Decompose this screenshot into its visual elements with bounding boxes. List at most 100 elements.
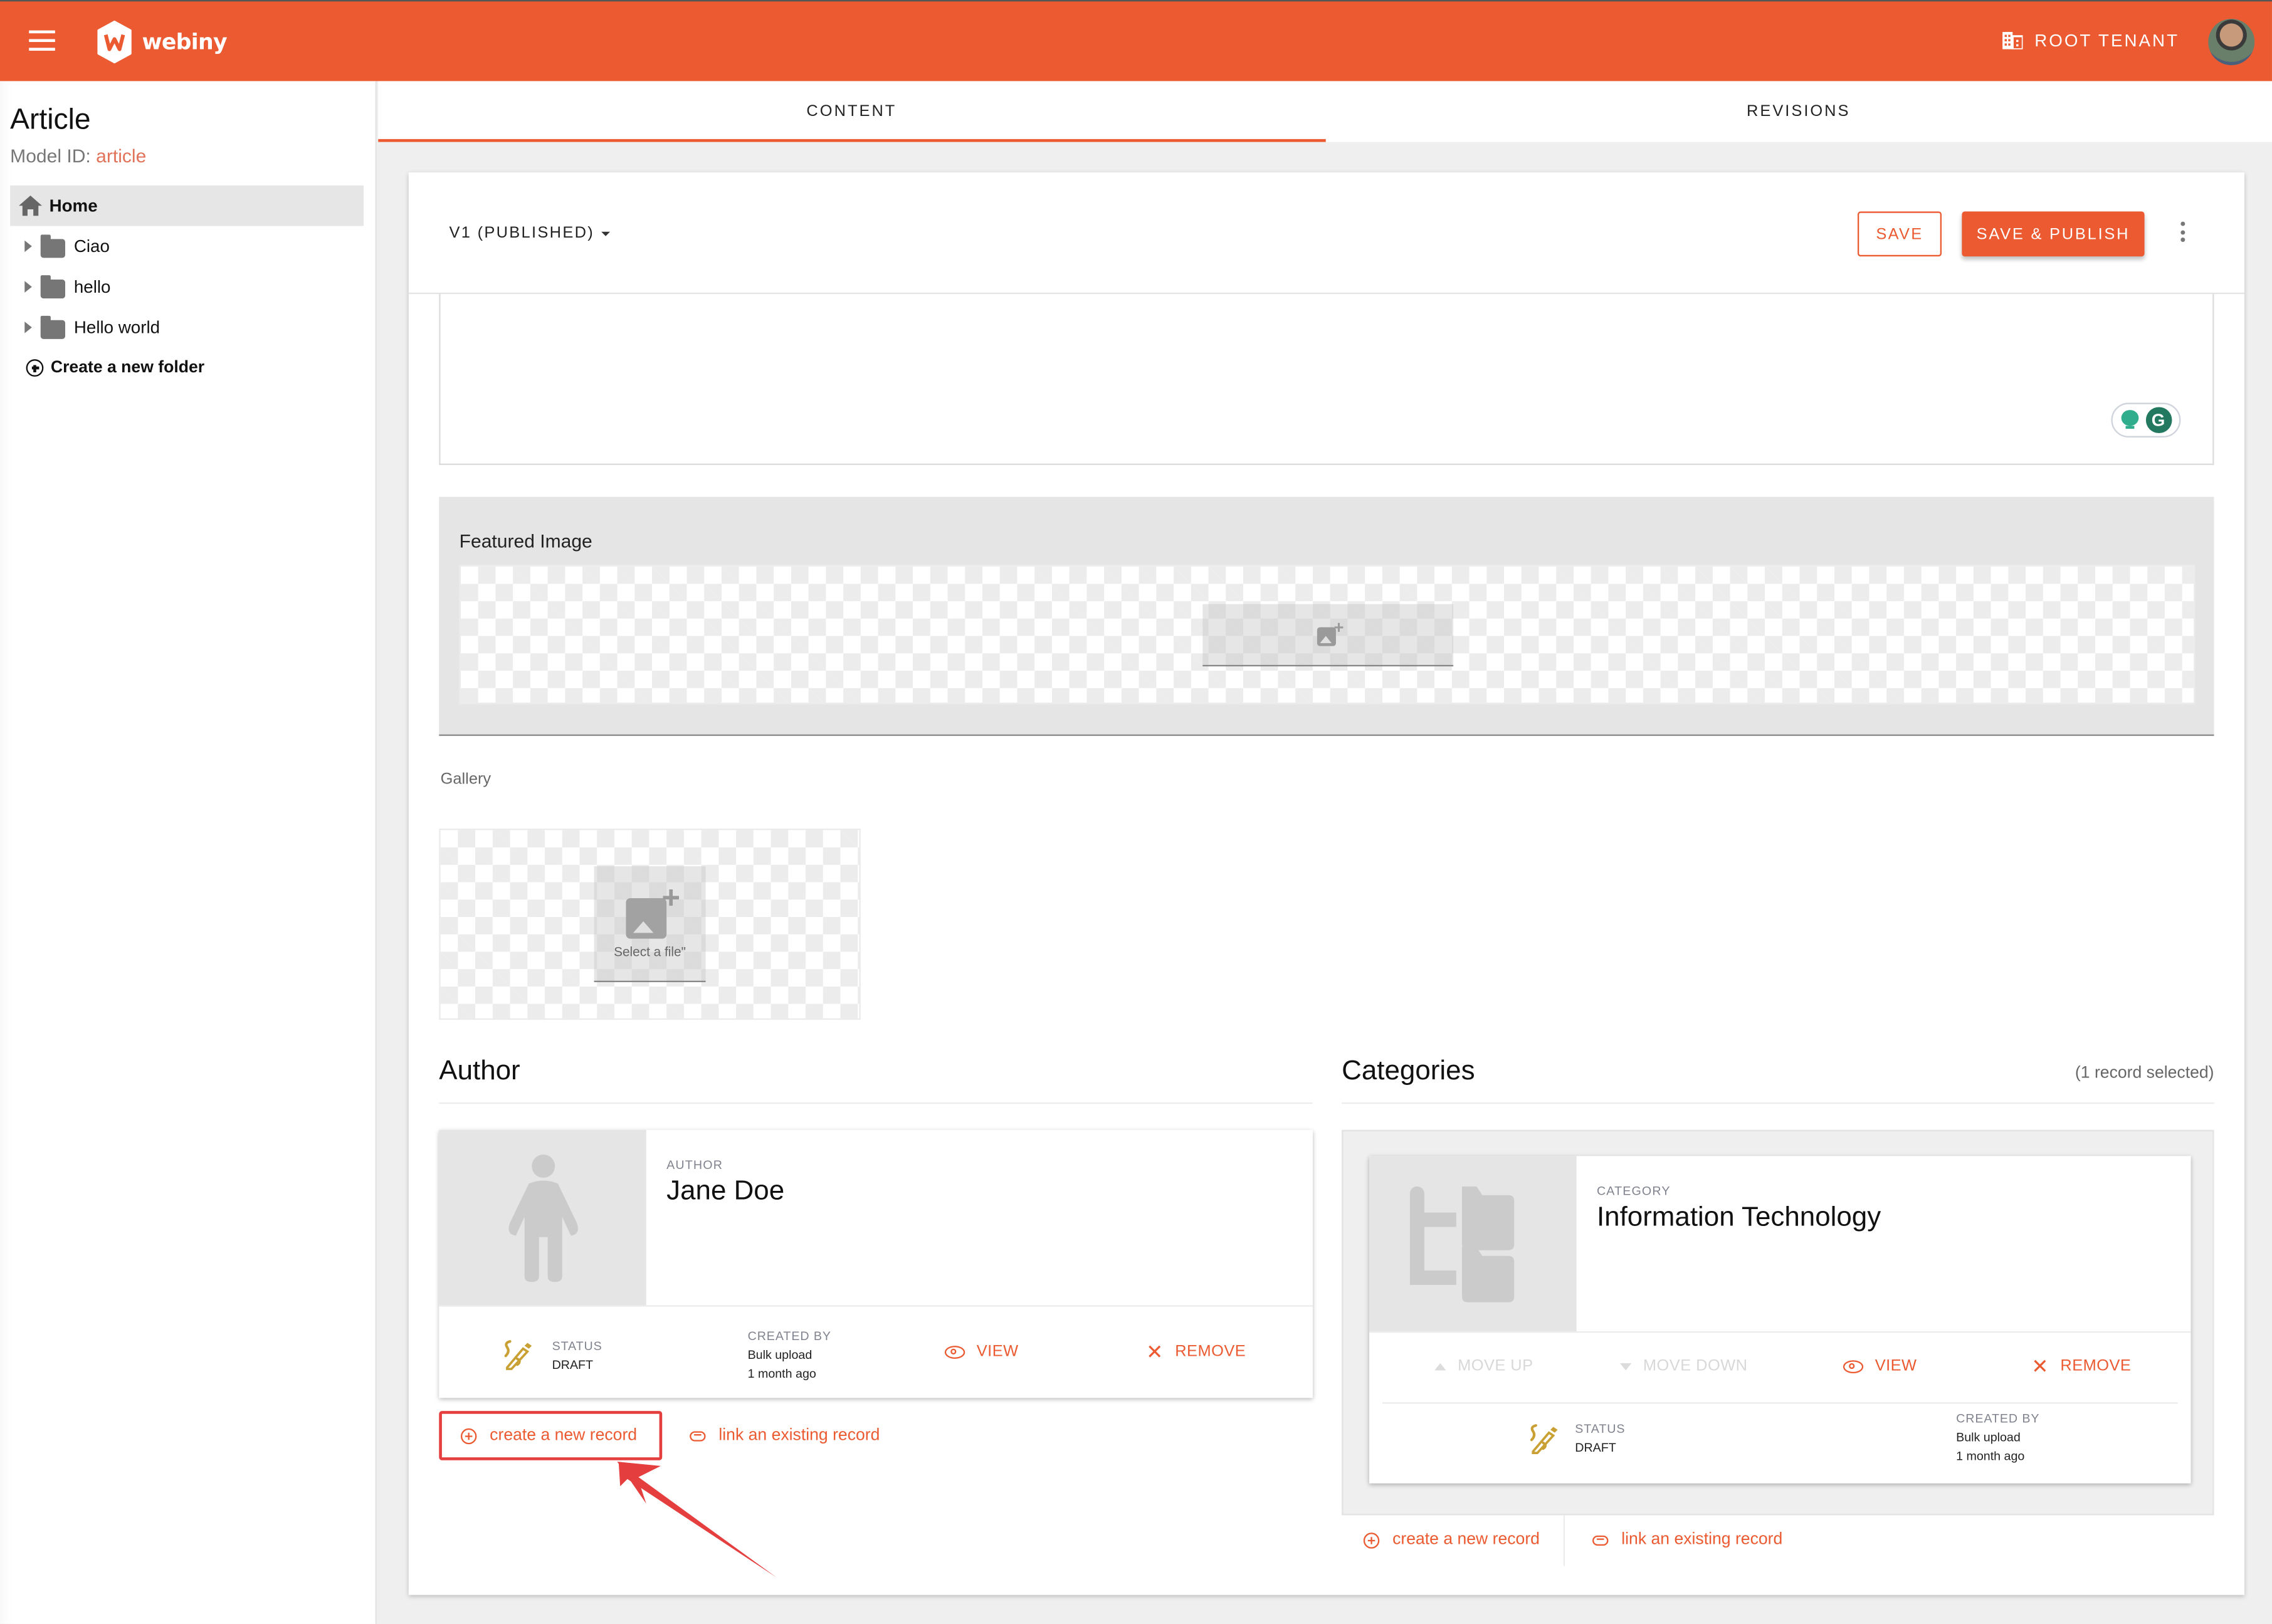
remove-entry-button[interactable]: ✕ REMOVE <box>1146 1341 1246 1361</box>
featured-image-field: Featured Image + <box>439 496 2214 736</box>
user-avatar[interactable] <box>2208 19 2255 66</box>
created-by-meta: CREATED BY Bulk upload 1 month ago <box>1956 1410 2039 1466</box>
folder-icon <box>40 274 66 298</box>
draft-status-icon <box>1530 1424 1558 1454</box>
webiny-hex-icon <box>97 20 132 64</box>
created-by-value: Bulk upload <box>1956 1430 2021 1445</box>
entry-footer: STATUS DRAFT CREATED BY Bulk upload 1 mo… <box>439 1305 1313 1398</box>
move-down-label: MOVE DOWN <box>1643 1357 1748 1375</box>
close-icon: ✕ <box>2031 1354 2049 1378</box>
created-by-meta: CREATED BY Bulk upload 1 month ago <box>748 1327 831 1383</box>
lightbulb-icon <box>2120 410 2138 430</box>
revision-selector[interactable]: V1 (PUBLISHED) <box>449 224 611 242</box>
webiny-logo[interactable]: webiny <box>96 20 228 64</box>
gallery-dropzone[interactable]: + Select a file" <box>439 829 861 1020</box>
grammarly-widget[interactable]: G <box>2111 402 2181 437</box>
created-by-key: CREATED BY <box>747 1328 831 1343</box>
status-key: STATUS <box>552 1338 602 1353</box>
eye-icon <box>944 1344 965 1358</box>
remove-label: REMOVE <box>2060 1357 2132 1375</box>
entry-thumbnail <box>439 1129 646 1306</box>
menu-icon[interactable] <box>29 30 55 51</box>
entry-actions: MOVE UP MOVE DOWN VIEW ✕ REMOVE <box>1369 1331 2191 1404</box>
entry-form-card: V1 (PUBLISHED) SAVE SAVE & PUBLISH G Fea… <box>408 172 2245 1595</box>
featured-image-dropzone[interactable]: + <box>459 565 2196 705</box>
view-entry-button[interactable]: VIEW <box>1843 1358 1917 1375</box>
grammarly-icon: G <box>2145 407 2172 434</box>
move-up-button[interactable]: MOVE UP <box>1434 1358 1533 1375</box>
entry-footer: STATUS DRAFT CREATED BY Bulk upload 1 mo… <box>1382 1402 2178 1483</box>
link-record-label: link an existing record <box>1621 1531 1783 1549</box>
model-id-label: Model ID: <box>10 145 91 167</box>
entry-title: Information Technology <box>1596 1202 1881 1233</box>
author-create-record-button[interactable]: create a new record <box>460 1427 638 1445</box>
status-value: DRAFT <box>552 1357 594 1372</box>
save-button[interactable]: SAVE <box>1857 211 1942 257</box>
model-id: Model ID: article <box>10 145 146 167</box>
gallery-select-file-button[interactable]: + Select a file" <box>594 866 706 982</box>
entry-title: Jane Doe <box>666 1176 785 1207</box>
select-image-button[interactable]: + <box>1202 604 1454 667</box>
create-folder-label: Create a new folder <box>50 359 205 377</box>
tree-item-folder[interactable]: Ciao <box>10 226 364 267</box>
folder-icon <box>40 234 66 258</box>
create-record-label: create a new record <box>490 1427 638 1445</box>
expand-caret-icon[interactable] <box>24 240 32 253</box>
top-app-bar: webiny ROOT TENANT <box>0 0 2272 81</box>
person-icon <box>508 1153 577 1282</box>
tree-item-folder[interactable]: hello <box>10 266 364 307</box>
model-title: Article <box>10 104 91 137</box>
entry-thumbnail <box>1369 1156 1577 1331</box>
rich-text-editor[interactable]: G <box>439 294 2214 465</box>
categories-list: CATEGORY Information Technology MOVE UP … <box>1342 1129 2214 1516</box>
tenant-selector[interactable]: ROOT TENANT <box>2002 31 2179 51</box>
tree-item-folder[interactable]: Hello world <box>10 307 364 348</box>
save-and-publish-button[interactable]: SAVE & PUBLISH <box>1962 211 2145 257</box>
plus-circle-icon <box>26 359 44 377</box>
author-link-record-button[interactable]: link an existing record <box>690 1427 880 1445</box>
entry-type-label: AUTHOR <box>666 1157 723 1172</box>
home-icon <box>19 196 43 216</box>
tree-item-label: Ciao <box>73 236 110 257</box>
add-image-icon: + <box>1316 619 1344 646</box>
folder-tree-icon <box>1409 1185 1514 1302</box>
add-circle-icon <box>460 1427 477 1444</box>
created-when: 1 month ago <box>747 1366 816 1381</box>
tree-item-home[interactable]: Home <box>10 185 364 226</box>
move-down-button[interactable]: MOVE DOWN <box>1619 1357 1748 1375</box>
status-key: STATUS <box>1575 1421 1626 1436</box>
app-root: webiny ROOT TENANT Article Model ID: art… <box>0 0 2272 1624</box>
revision-label: V1 (PUBLISHED) <box>449 224 595 242</box>
view-label: VIEW <box>976 1343 1019 1361</box>
link-record-label: link an existing record <box>718 1427 880 1445</box>
tree-item-label: Hello world <box>73 317 160 338</box>
select-file-label: Select a file" <box>614 943 686 958</box>
author-field-title: Author <box>439 1056 520 1087</box>
more-options-icon[interactable] <box>2179 221 2188 245</box>
folder-tree: Home Ciao hello Hello world <box>10 185 364 348</box>
create-record-label: create a new record <box>1392 1531 1540 1549</box>
status-meta: STATUS DRAFT <box>552 1337 602 1375</box>
categories-link-record-button[interactable]: link an existing record <box>1592 1531 1782 1549</box>
entry-type-label: CATEGORY <box>1596 1183 1671 1198</box>
move-up-label: MOVE UP <box>1458 1357 1533 1375</box>
expand-caret-icon[interactable] <box>24 281 32 293</box>
view-entry-button[interactable]: VIEW <box>944 1343 1019 1361</box>
created-by-value: Bulk upload <box>747 1347 813 1362</box>
expand-caret-icon[interactable] <box>24 322 32 333</box>
tab-content[interactable]: CONTENT <box>378 81 1325 142</box>
create-folder-button[interactable]: Create a new folder <box>26 359 204 377</box>
status-value: DRAFT <box>1575 1440 1616 1455</box>
categories-create-record-button[interactable]: create a new record <box>1363 1531 1540 1549</box>
divider <box>439 1102 1313 1104</box>
link-icon <box>690 1430 706 1441</box>
remove-entry-button[interactable]: ✕ REMOVE <box>2031 1354 2132 1378</box>
author-entry-card: AUTHOR Jane Doe STATUS DRAFT CREATED BY … <box>439 1129 1313 1398</box>
model-id-value: article <box>96 145 147 167</box>
arrow-down-icon <box>1619 1362 1632 1370</box>
content-tabs: CONTENT REVISIONS <box>378 81 2272 142</box>
arrow-up-icon <box>1434 1362 1446 1370</box>
category-entry-card: CATEGORY Information Technology MOVE UP … <box>1369 1156 2191 1484</box>
gallery-label: Gallery <box>440 770 492 788</box>
tab-revisions[interactable]: REVISIONS <box>1325 81 2272 142</box>
